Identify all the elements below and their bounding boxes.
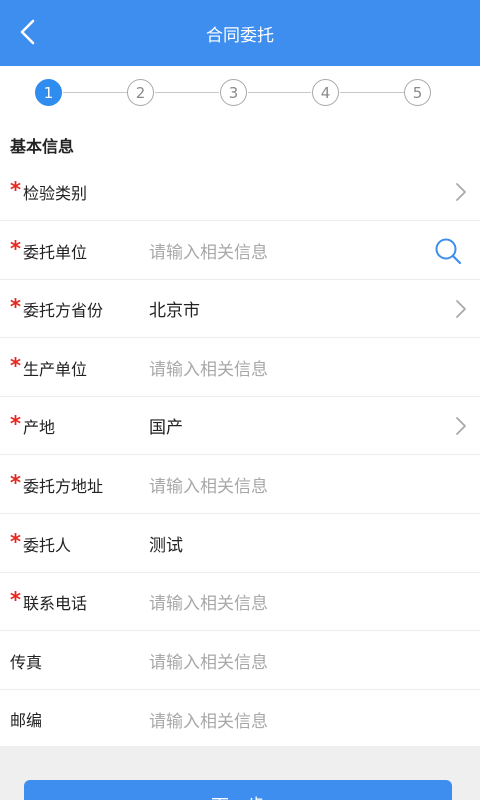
field-input[interactable]: 请输入相关信息 [149, 355, 268, 380]
field-label: * 联系电话 [10, 587, 87, 614]
field-input[interactable]: 请输入相关信息 [149, 589, 268, 614]
chevron-right-icon[interactable] [454, 415, 468, 437]
back-button[interactable] [12, 17, 42, 47]
step-4: 4 [312, 79, 339, 106]
form-row[interactable]: * 委托方地址 请输入相关信息 [0, 456, 480, 514]
form-row[interactable]: * 委托单位 请输入相关信息 [0, 222, 480, 280]
step-1: 1 [35, 79, 62, 106]
field-label: * 委托方地址 [10, 470, 103, 497]
step-2: 2 [127, 79, 154, 106]
field-value[interactable]: 测试 [149, 531, 183, 556]
field-label: 邮编 [10, 707, 42, 731]
field-label-text: 联系电话 [22, 593, 87, 613]
field-label: * 检验类别 [10, 177, 87, 204]
field-value[interactable]: 北京市 [149, 296, 200, 321]
field-input[interactable]: 请输入相关信息 [149, 648, 268, 673]
form-row[interactable]: * 委托方省份 北京市 [0, 280, 480, 338]
chevron-right-icon[interactable] [454, 298, 468, 320]
field-label-text: 产地 [22, 417, 55, 437]
section-title: 基本信息 [10, 137, 75, 156]
required-asterisk: * [10, 411, 21, 436]
field-label: * 委托单位 [10, 236, 87, 263]
field-value[interactable]: 国产 [149, 413, 183, 438]
form-row[interactable]: * 生产单位 请输入相关信息 [0, 339, 480, 397]
field-label-text: 传真 [10, 652, 43, 672]
field-label: * 生产单位 [10, 353, 87, 380]
page-title: 合同委托 [206, 25, 274, 46]
back-arrow-icon [20, 19, 35, 45]
required-asterisk: * [10, 529, 21, 554]
field-label-text: 生产单位 [22, 359, 87, 379]
step-connector [340, 92, 404, 93]
required-asterisk: * [10, 294, 21, 319]
required-asterisk: * [10, 177, 21, 202]
field-label-text: 委托方地址 [22, 476, 103, 496]
field-label-text: 委托单位 [22, 242, 87, 262]
basic-info-form: 基本信息 * 检验类别 * 委托单位 请输入相关信息 * 委托方省份 北京市 * 生产单位 请输入相… [0, 120, 480, 746]
field-input[interactable]: 请输入相关信息 [149, 472, 268, 497]
form-row[interactable]: * 联系电话 请输入相关信息 [0, 573, 480, 631]
field-label-text: 委托人 [22, 535, 71, 555]
required-asterisk: * [10, 353, 21, 378]
app-header: 合同委托 [0, 0, 480, 66]
form-row[interactable]: * 委托人 测试 [0, 515, 480, 573]
step-indicator: 1 2 3 4 5 [0, 66, 480, 120]
required-asterisk: * [10, 587, 21, 612]
search-icon[interactable] [434, 237, 462, 265]
required-asterisk: * [10, 470, 21, 495]
form-row[interactable]: 邮编 请输入相关信息 [0, 690, 480, 748]
bottom-bar: 下一步 [0, 746, 480, 800]
field-label-text: 邮编 [10, 711, 43, 730]
required-asterisk: * [10, 236, 21, 261]
chevron-right-icon[interactable] [454, 181, 468, 203]
next-step-button[interactable]: 下一步 [24, 780, 452, 800]
field-label: 传真 [10, 649, 42, 673]
form-row[interactable]: 传真 请输入相关信息 [0, 632, 480, 690]
field-label: * 委托方省份 [10, 294, 103, 321]
field-label: * 委托人 [10, 529, 71, 556]
field-label-text: 委托方省份 [22, 300, 103, 320]
step-connector [155, 92, 219, 93]
field-label: * 产地 [10, 411, 55, 438]
step-5: 5 [404, 79, 431, 106]
step-connector [248, 92, 311, 93]
form-row[interactable]: * 产地 国产 [0, 397, 480, 455]
field-input[interactable]: 请输入相关信息 [149, 238, 268, 263]
field-label-text: 检验类别 [22, 183, 87, 203]
field-input[interactable]: 请输入相关信息 [149, 707, 268, 732]
step-3: 3 [220, 79, 247, 106]
form-row[interactable]: * 检验类别 [0, 163, 480, 221]
step-connector [63, 92, 127, 93]
